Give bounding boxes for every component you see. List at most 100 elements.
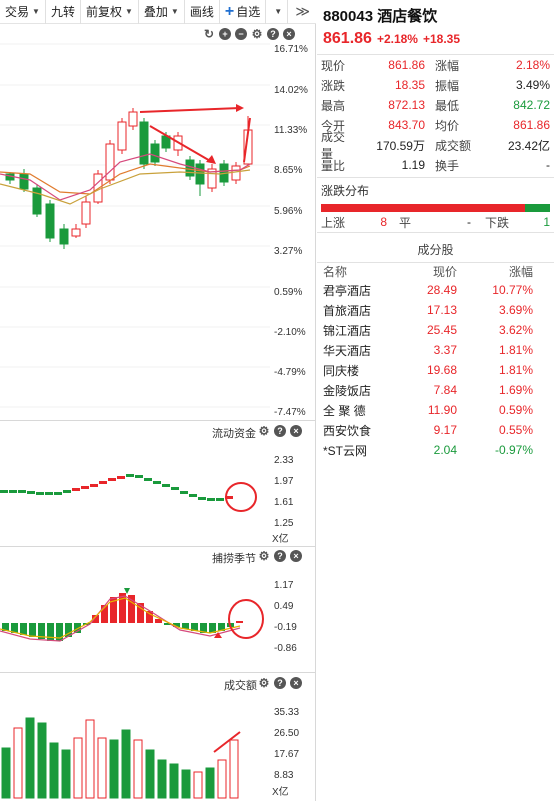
nine-turn-button[interactable]: 九转 — [46, 0, 81, 24]
help-icon[interactable]: ? — [274, 677, 286, 689]
axis-label: 5.96% — [274, 206, 303, 217]
axis-label: 35.33 — [274, 707, 300, 718]
component-price: 7.84 — [433, 383, 457, 397]
trend-arrow — [139, 107, 241, 113]
more-icon[interactable]: ≫ — [289, 3, 316, 20]
component-name: 金陵饭店 — [323, 383, 372, 398]
component-row[interactable]: 全 聚 德 11.90 0.59% — [317, 400, 554, 420]
component-price: 17.13 — [426, 303, 457, 317]
season-bar — [236, 621, 243, 623]
current-price: 861.86 — [323, 30, 372, 47]
axis-label: 8.83 — [274, 770, 294, 781]
col-pct: 涨幅 — [508, 265, 533, 279]
component-row[interactable]: 同庆楼 19.68 1.81% — [317, 360, 554, 380]
flow-bar — [99, 481, 107, 484]
axis-label: 1.61 — [274, 497, 294, 508]
flow-bar — [54, 492, 62, 495]
quote-row: 现价 861.86 涨幅 2.18% — [317, 55, 554, 75]
settings-icon[interactable]: ⚙ — [258, 550, 270, 562]
quote-label: 涨跌 — [321, 78, 346, 93]
flow-bar — [72, 488, 80, 491]
volume-bar — [133, 739, 143, 799]
flow-bar — [162, 484, 170, 487]
component-pct: 0.59% — [498, 403, 533, 417]
caret-down-icon: ▼ — [274, 7, 283, 16]
close-icon[interactable]: × — [290, 425, 302, 437]
volume-bar — [1, 747, 11, 799]
component-row[interactable]: 锦江酒店 25.45 3.62% — [317, 320, 554, 340]
distribution-down-bar — [524, 204, 550, 212]
help-icon[interactable]: ? — [274, 425, 286, 437]
up-label: 上涨 — [321, 215, 346, 230]
volume-bar — [157, 759, 167, 799]
candle-body — [195, 163, 205, 185]
volume-bar — [229, 739, 239, 799]
trade-menu[interactable]: 交易 ▼ — [0, 0, 46, 24]
quote-label: 涨幅 — [435, 58, 460, 73]
quote-grid: 现价 861.86 涨幅 2.18% 涨跌 18.35 振幅 3.49% 最高 872.13 最低 8… — [317, 54, 554, 175]
component-name: 华天酒店 — [323, 343, 372, 358]
trade-label: 交易 — [5, 5, 30, 19]
component-price: 19.68 — [426, 363, 457, 377]
component-name: 西安饮食 — [323, 423, 372, 438]
help-icon[interactable]: ? — [274, 550, 286, 562]
candle-body — [150, 143, 160, 163]
nine-turn-label: 九转 — [50, 5, 75, 19]
quote-value: 2.18% — [515, 58, 550, 72]
price-row: 861.86 +2.18% +18.35 — [323, 30, 548, 48]
axis-label: -0.19 — [274, 622, 297, 633]
components-list: 君亭酒店 28.49 10.77% 首旅酒店 17.13 3.69% 锦江酒店 25.45 3.… — [317, 280, 554, 460]
quote-value: 843.70 — [388, 118, 425, 132]
watchlist-dropdown[interactable]: ▼ — [266, 0, 289, 24]
axis-label: 0.59% — [274, 287, 303, 298]
add-watchlist-button[interactable]: + 自选 — [220, 0, 267, 24]
component-row[interactable]: 西安饮食 9.17 0.55% — [317, 420, 554, 440]
fund-flow-chart[interactable] — [0, 440, 270, 540]
stock-header: 880043 酒店餐饮 861.86 +2.18% +18.35 — [317, 0, 554, 48]
caret-down-icon: ▼ — [170, 7, 179, 16]
component-row[interactable]: 首旅酒店 17.13 3.69% — [317, 300, 554, 320]
flow-bar — [90, 484, 98, 487]
settings-icon[interactable]: ⚙ — [258, 677, 270, 689]
overlay-menu[interactable]: 叠加 ▼ — [139, 0, 185, 24]
axis-label: 11.33% — [274, 125, 308, 136]
catch-season-chart[interactable] — [0, 566, 270, 666]
quote-label: 最低 — [435, 98, 460, 113]
component-row[interactable]: 华天酒店 3.37 1.81% — [317, 340, 554, 360]
component-row[interactable]: *ST云网 2.04 -0.97% — [317, 440, 554, 460]
flow-bar — [36, 492, 44, 495]
draw-line-button[interactable]: 画线 — [185, 0, 220, 24]
adjust-menu[interactable]: 前复权 ▼ — [81, 0, 139, 24]
volume-bar — [37, 722, 47, 799]
quote-value: 170.59万 — [376, 138, 425, 153]
flow-bar — [144, 478, 152, 481]
candle-body — [117, 121, 127, 151]
chart-pane: 交易 ▼ 九转 前复权 ▼ 叠加 ▼ 画线 + 自选 ▼ ≫ ↻ + − ⚙ ? × 1… — [0, 0, 316, 801]
volume-bar — [181, 769, 191, 799]
fund-flow-unit: X亿 — [272, 534, 289, 545]
quote-value: 872.13 — [388, 98, 425, 112]
volume-bar — [205, 767, 215, 799]
candle-body — [19, 173, 29, 190]
component-row[interactable]: 君亭酒店 28.49 10.77% — [317, 280, 554, 300]
volume-chart[interactable] — [0, 692, 270, 802]
season-bar — [128, 595, 135, 623]
watchlist-label: 自选 — [236, 5, 261, 19]
flow-bar — [153, 481, 161, 484]
component-price: 2.04 — [433, 443, 457, 457]
component-price: 11.90 — [427, 403, 457, 417]
component-pct: -0.97% — [494, 443, 533, 457]
close-icon[interactable]: × — [290, 550, 302, 562]
settings-icon[interactable]: ⚙ — [258, 425, 270, 437]
components-section: 成分股 名称 现价 涨幅 君亭酒店 28.49 10.77% 首旅酒店 17.13 3.6… — [317, 232, 554, 460]
volume-bar — [25, 717, 35, 799]
quote-label: 现价 — [321, 58, 346, 73]
candlestick-chart[interactable] — [0, 24, 316, 424]
quote-row: 涨跌 18.35 振幅 3.49% — [317, 75, 554, 95]
candle-body — [81, 201, 91, 225]
flow-bar — [198, 497, 206, 500]
components-title: 成分股 — [417, 243, 454, 257]
component-row[interactable]: 金陵饭店 7.84 1.69% — [317, 380, 554, 400]
close-icon[interactable]: × — [290, 677, 302, 689]
component-name: *ST云网 — [323, 443, 368, 458]
